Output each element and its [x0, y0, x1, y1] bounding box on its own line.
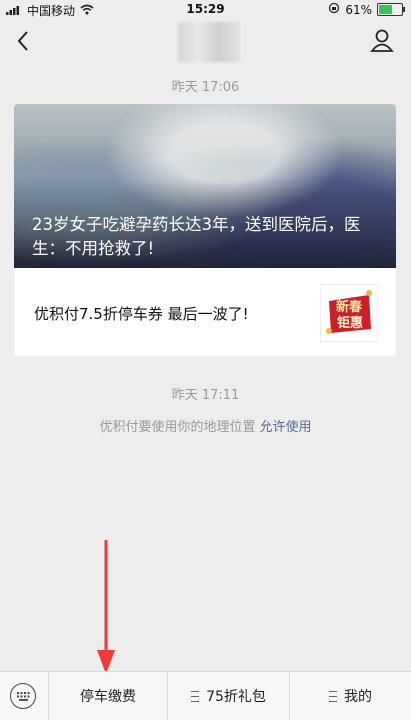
keyboard-toggle-button[interactable] — [0, 672, 49, 720]
menu-item-label: 我的 — [344, 689, 372, 705]
rotation-lock-icon — [328, 2, 340, 17]
submenu-icon — [191, 690, 200, 702]
article-headline[interactable]: 23岁女子吃避孕药长达3年，送到医院后，医生：不用抢救了! — [32, 213, 384, 261]
message-timestamp-2: 昨天 17:11 — [171, 388, 240, 403]
message-timestamp: 昨天 17:06 — [171, 80, 240, 95]
battery-icon — [377, 3, 405, 16]
promo-thumb-text-2: 钜惠 — [337, 315, 363, 331]
bottom-menu: 停车缴费 75折礼包 我的 — [0, 671, 411, 720]
chevron-left-icon — [17, 31, 28, 51]
menu-item-discount-pack[interactable]: 75折礼包 — [168, 672, 289, 720]
location-notice-text: 优积付要使用你的地理位置 — [99, 420, 256, 435]
article-cover-image[interactable]: 23岁女子吃避孕药长达3年，送到医院后，医生：不用抢救了! — [14, 104, 396, 268]
keyboard-icon — [10, 683, 36, 709]
person-icon — [370, 29, 394, 52]
back-button[interactable] — [12, 28, 38, 54]
menu-item-label: 75折礼包 — [206, 689, 266, 705]
submenu-icon — [329, 690, 337, 702]
article-sub-item[interactable]: 优积付7.5折停车券 最后一波了! 新春 钜惠 — [14, 268, 396, 356]
menu-item-label: 停车缴费 — [80, 689, 136, 705]
account-name-blurred — [178, 22, 240, 62]
article-card[interactable]: 23岁女子吃避孕药长达3年，送到医院后，医生：不用抢救了! 优积付7.5折停车券… — [14, 104, 396, 356]
location-permission-notice: 优积付要使用你的地理位置 允许使用 — [0, 416, 411, 435]
promo-thumb-text-1: 新春 — [336, 299, 363, 315]
battery-percent: 61% — [345, 2, 372, 17]
profile-button[interactable] — [369, 27, 395, 53]
promo-thumbnail: 新春 钜惠 — [320, 284, 378, 342]
nav-bar — [0, 20, 411, 64]
allow-location-link[interactable]: 允许使用 — [260, 420, 312, 435]
menu-item-parking-pay[interactable]: 停车缴费 — [49, 672, 167, 720]
annotation-arrow — [94, 540, 118, 676]
status-bar: 中国移动 15:29 61% — [0, 0, 411, 20]
menu-item-mine[interactable]: 我的 — [290, 672, 411, 720]
promo-title: 优积付7.5折停车券 最后一波了! — [34, 305, 249, 323]
